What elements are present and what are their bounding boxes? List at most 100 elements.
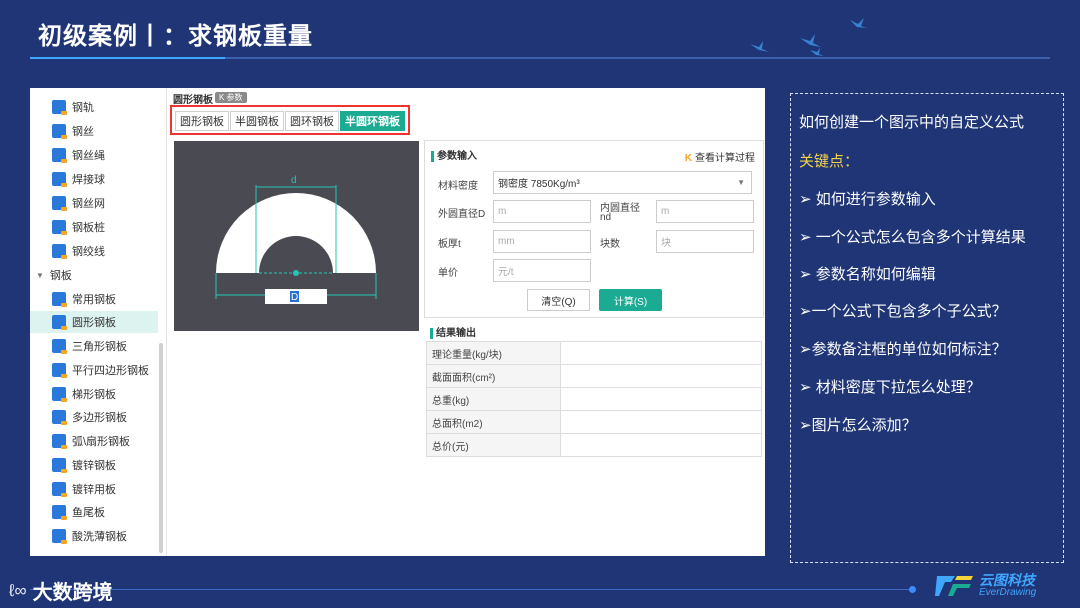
sidebar-scrollbar[interactable]: [159, 343, 163, 553]
dimension-d-label: d: [291, 175, 297, 186]
note-item: ➢ 如何进行参数输入: [799, 191, 936, 208]
result-output-panel: 结果输出 理论重量(kg/块) 截面面积(cm²) 总重(kg) 总面积(m2)…: [424, 324, 764, 459]
results-table: 理论重量(kg/块) 截面面积(cm²) 总重(kg) 总面积(m2) 总价(元…: [426, 341, 762, 457]
sidebar-item-galvanized-sheet[interactable]: 镀锌用板: [30, 478, 158, 500]
result-value: [560, 341, 762, 365]
outer-diameter-label: 外圆直径D: [438, 209, 486, 220]
sidebar-item-weld-ball[interactable]: 焊接球: [30, 168, 158, 190]
result-label: 总重(kg): [426, 387, 561, 411]
sidebar: 钢轨 钢丝 钢丝绳 焊接球 钢丝网 钢板桩 钢绞线 ▼ 钢板 常用钢板 圆形钢板 …: [30, 88, 167, 556]
sidebar-item-parallelogram-plate[interactable]: 平行四边形钢板: [30, 359, 158, 381]
note-item: ➢图片怎么添加？: [799, 417, 917, 434]
formula-icon: K: [684, 153, 692, 164]
density-select[interactable]: 钢密度 7850Kg/m³ ▼: [493, 171, 752, 194]
footer-divider: [30, 589, 910, 590]
table-row: 总重(kg): [426, 387, 762, 411]
table-row: 截面面积(cm²): [426, 364, 762, 388]
sidebar-item-trapezoid-plate[interactable]: 梯形钢板: [30, 383, 158, 405]
result-label: 总价(元): [426, 433, 561, 457]
common-plate-icon: [52, 292, 67, 307]
slide-title: 初级案例丨：求钢板重量: [38, 23, 313, 50]
pickled-sheet-icon: [52, 529, 67, 544]
calculate-button[interactable]: 计算(S): [599, 289, 662, 311]
section-title: 圆形钢板: [173, 95, 213, 106]
parallelogram-plate-icon: [52, 363, 67, 378]
sidebar-group-plate[interactable]: ▼ 钢板: [30, 264, 158, 286]
sidebar-item-wire[interactable]: 钢丝: [30, 120, 158, 142]
note-item: ➢ 一个公式怎么包含多个计算结果: [799, 229, 1026, 246]
sidebar-item-strand[interactable]: 钢绞线: [30, 240, 158, 262]
count-input[interactable]: 块: [656, 230, 754, 253]
result-value: [560, 364, 762, 388]
weld-ball-icon: [52, 172, 67, 187]
dimension-D-label: D: [291, 292, 298, 303]
view-calc-process-link[interactable]: K 查看计算过程: [685, 149, 755, 164]
tab-semicircle-plate[interactable]: 半圆钢板: [230, 111, 284, 131]
main-panel: 圆形钢板 K 参数 圆形钢板 半圆钢板 圆环钢板 半圆环钢板 d D 参数输入 …: [167, 88, 765, 556]
result-label: 截面面积(cm²): [426, 364, 561, 388]
footer-dot: [909, 586, 916, 593]
company-logo: 云图科技 EverDrawing: [935, 568, 1065, 602]
notes-intro: 如何创建一个图示中的自定义公式: [799, 114, 1025, 131]
outer-diameter-input[interactable]: m: [493, 200, 591, 223]
arc-sector-plate-icon: [52, 434, 67, 449]
sidebar-item-rail[interactable]: 钢轨: [30, 96, 158, 118]
title-divider: [30, 57, 1050, 59]
table-row: 总面积(m2): [426, 410, 762, 434]
note-item: ➢参数备注框的单位如何标注？: [799, 341, 1007, 358]
rail-icon: [52, 100, 67, 115]
result-value: [560, 433, 762, 457]
tab-ring-plate[interactable]: 圆环钢板: [285, 111, 339, 131]
strand-icon: [52, 244, 67, 259]
sidebar-item-circle-plate[interactable]: 圆形钢板: [30, 311, 158, 333]
sidebar-item-wire-mesh[interactable]: 钢丝网: [30, 192, 158, 214]
tab-semi-ring-plate[interactable]: 半圆环钢板: [340, 111, 405, 131]
sidebar-item-galvanized-plate[interactable]: 镀锌钢板: [30, 454, 158, 476]
sidebar-item-polygon-plate[interactable]: 多边形钢板: [30, 406, 158, 428]
result-value: [560, 410, 762, 434]
price-label: 单价: [438, 268, 458, 279]
chevron-down-icon: ▼: [737, 178, 745, 187]
circle-plate-icon: [52, 315, 67, 330]
wire-mesh-icon: [52, 196, 67, 211]
wire-rope-icon: [52, 148, 67, 163]
section-tag: K 参数: [215, 92, 247, 103]
density-label: 材料密度: [438, 181, 478, 192]
results-header: 结果输出: [430, 328, 476, 339]
birds-decoration: [750, 18, 867, 56]
tab-bar-highlighted: 圆形钢板 半圆钢板 圆环钢板 半圆环钢板: [170, 105, 410, 135]
company-logo-icon: [935, 576, 973, 596]
sidebar-item-triangle-plate[interactable]: 三角形钢板: [30, 335, 158, 357]
result-label: 总面积(m2): [426, 410, 561, 434]
tab-circle-plate[interactable]: 圆形钢板: [175, 111, 229, 131]
watermark-mark: ℓ∞: [9, 580, 27, 600]
parameter-input-panel: 参数输入 K 查看计算过程 材料密度 钢密度 7850Kg/m³ ▼ 外圆直径D m…: [424, 140, 764, 318]
sidebar-item-fishplate[interactable]: 鱼尾板: [30, 501, 158, 523]
note-item: ➢一个公式下包含多个子公式？: [799, 303, 1007, 320]
triangle-plate-icon: [52, 339, 67, 354]
semi-ring-diagram: d D: [174, 141, 419, 331]
galvanized-plate-icon: [52, 458, 67, 473]
company-subname: EverDrawing: [979, 587, 1037, 598]
result-label: 理论重量(kg/块): [426, 341, 561, 365]
watermark-logo: ℓ∞ 大数跨境: [9, 580, 113, 605]
sidebar-item-arc-sector-plate[interactable]: 弧\扇形钢板: [30, 430, 158, 452]
sidebar-item-sheet-pile[interactable]: 钢板桩: [30, 216, 158, 238]
wire-icon: [52, 124, 67, 139]
clear-button[interactable]: 清空(Q): [527, 289, 590, 311]
price-input[interactable]: 元/t: [493, 259, 591, 282]
polygon-plate-icon: [52, 410, 67, 425]
inner-diameter-input[interactable]: m: [656, 200, 754, 223]
sidebar-item-common-plate[interactable]: 常用钢板: [30, 288, 158, 310]
thickness-input[interactable]: mm: [493, 230, 591, 253]
table-row: 总价(元): [426, 433, 762, 457]
thickness-label: 板厚t: [438, 239, 461, 250]
sidebar-item-wire-rope[interactable]: 钢丝绳: [30, 144, 158, 166]
calculator-window: 钢轨 钢丝 钢丝绳 焊接球 钢丝网 钢板桩 钢绞线 ▼ 钢板 常用钢板 圆形钢板 …: [30, 88, 765, 556]
note-item: ➢ 材料密度下拉怎么处理？: [799, 379, 981, 396]
inner-diameter-label-2: nd: [600, 212, 612, 223]
fishplate-icon: [52, 505, 67, 520]
sidebar-item-pickled-sheet[interactable]: 酸洗薄钢板: [30, 525, 158, 547]
notes-box: 如何创建一个图示中的自定义公式 关键点： ➢ 如何进行参数输入 ➢ 一个公式怎么…: [790, 93, 1064, 563]
caret-down-icon: ▼: [36, 270, 44, 280]
